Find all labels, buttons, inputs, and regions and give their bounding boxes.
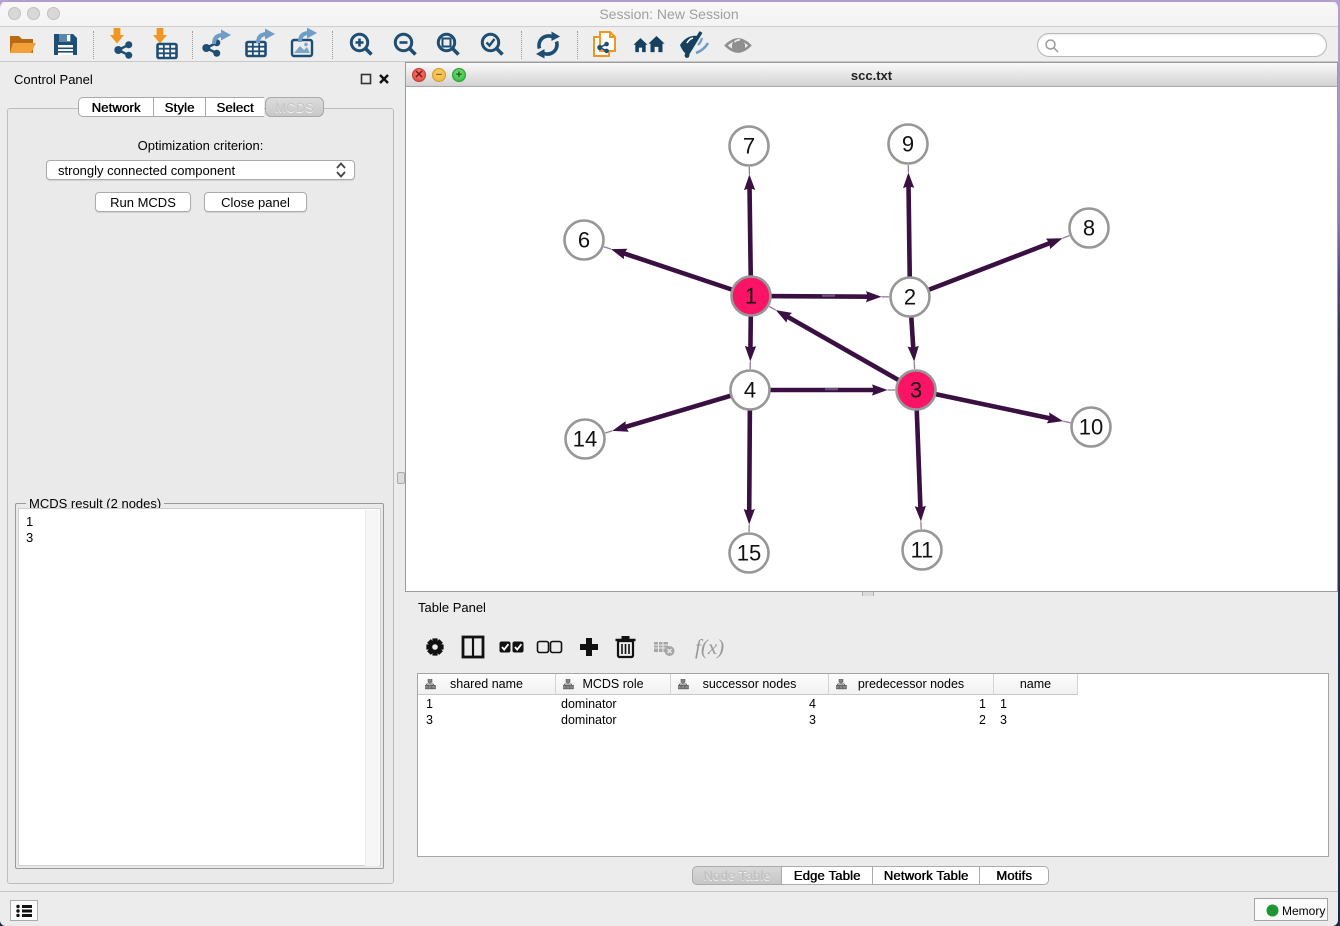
svg-text:3: 3 <box>910 378 922 403</box>
svg-text:15: 15 <box>737 541 761 566</box>
svg-text:8: 8 <box>1083 216 1095 241</box>
svg-text:9: 9 <box>902 132 914 157</box>
svg-text:14: 14 <box>573 427 597 452</box>
svg-text:6: 6 <box>578 228 590 253</box>
svg-text:11: 11 <box>911 538 934 563</box>
svg-text:2: 2 <box>904 285 916 310</box>
svg-text:1: 1 <box>745 284 757 309</box>
svg-text:4: 4 <box>744 378 756 403</box>
svg-text:f(x): f(x) <box>695 635 724 659</box>
svg-text:7: 7 <box>743 134 755 159</box>
svg-text:10: 10 <box>1079 415 1103 440</box>
